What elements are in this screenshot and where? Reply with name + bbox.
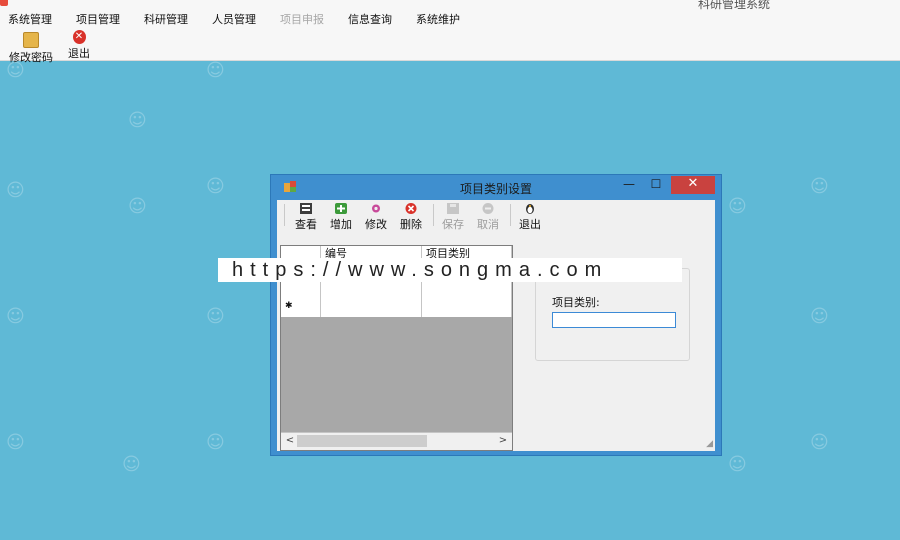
desktop-pattern-icon: ☺ (728, 196, 747, 217)
desktop-pattern-icon: ☺ (6, 306, 25, 327)
view-button[interactable]: 查看 (289, 203, 323, 232)
delete-button[interactable]: 删除 (394, 203, 428, 232)
menu-project-application[interactable]: 项目申报 (280, 11, 324, 27)
desktop-pattern-icon: ☺ (6, 180, 25, 201)
desktop-pattern-icon: ☺ (810, 176, 829, 197)
exit-dialog-button[interactable]: 退出 (513, 203, 547, 232)
add-label: 增加 (330, 218, 352, 231)
delete-icon (405, 203, 417, 214)
save-label: 保存 (442, 218, 464, 231)
desktop-pattern-icon: ☺ (810, 432, 829, 453)
desktop-pattern-icon: ☺ (122, 454, 141, 475)
new-cell-category[interactable] (422, 298, 512, 317)
menu-project-management[interactable]: 项目管理 (76, 11, 120, 27)
desktop-pattern-icon: ☺ (206, 176, 225, 197)
scroll-left-icon[interactable]: < (283, 434, 297, 448)
minimize-button[interactable]: — (616, 176, 642, 194)
cancel-label: 取消 (477, 218, 499, 231)
desktop-pattern-icon: ☺ (128, 196, 147, 217)
desktop-pattern-icon: ☺ (206, 306, 225, 327)
change-password-button[interactable]: 修改密码 (4, 30, 58, 65)
app-icon (0, 0, 8, 6)
exit-dialog-label: 退出 (519, 218, 541, 231)
new-cell-id[interactable] (321, 298, 422, 317)
close-button[interactable]: ✕ (671, 176, 715, 194)
menu-bar: 系统管理 项目管理 科研管理 人员管理 项目申报 信息查询 系统维护 科研管理系… (0, 0, 900, 29)
toolbar-separator (510, 204, 511, 226)
folder-icon (23, 32, 39, 48)
cancel-icon (482, 203, 494, 214)
save-button[interactable]: 保存 (436, 203, 470, 232)
exit-icon (526, 204, 534, 214)
dialog-toolbar: 查看 增加 修改 删除 保存 取消 退出 (277, 200, 715, 232)
add-button[interactable]: 增加 (324, 203, 358, 232)
dialog-titlebar[interactable]: 项目类别设置 — ☐ ✕ (271, 175, 721, 199)
watermark-url: https://www.songma.com (218, 258, 682, 282)
desktop-pattern-icon: ☺ (206, 60, 225, 81)
grid-horizontal-scrollbar[interactable]: < > (281, 432, 512, 450)
scrollbar-thumb[interactable] (297, 435, 427, 447)
edit-icon (372, 204, 380, 213)
menu-info-query[interactable]: 信息查询 (348, 11, 392, 27)
resize-grip-icon[interactable]: ◢ (706, 439, 713, 449)
toolbar-separator (433, 204, 434, 226)
toolbar-separator (284, 204, 285, 226)
add-icon (335, 203, 347, 214)
category-input[interactable] (552, 312, 676, 328)
delete-label: 删除 (400, 218, 422, 231)
exit-app-label: 退出 (68, 47, 90, 60)
view-icon (300, 203, 312, 214)
desktop-pattern-icon: ☺ (6, 432, 25, 453)
exit-icon: ✕ (72, 30, 86, 44)
save-icon (447, 203, 459, 214)
desktop-pattern-icon: ☺ (810, 306, 829, 327)
menu-personnel-management[interactable]: 人员管理 (212, 11, 256, 27)
menu-system-maintenance[interactable]: 系统维护 (416, 11, 460, 27)
edit-label: 修改 (365, 218, 387, 231)
desktop-pattern-icon: ☺ (206, 432, 225, 453)
app-title: 科研管理系统 (697, 0, 770, 11)
edit-button[interactable]: 修改 (359, 203, 393, 232)
change-password-label: 修改密码 (9, 51, 53, 64)
category-label: 项目类别: (552, 296, 600, 309)
dialog-client-area: 查看 增加 修改 删除 保存 取消 退出 编号 项目类别 ✱ < > 项目类别:… (277, 200, 715, 451)
menu-research-management[interactable]: 科研管理 (144, 11, 188, 27)
desktop-pattern-icon: ☺ (728, 454, 747, 475)
view-label: 查看 (295, 218, 317, 231)
scroll-right-icon[interactable]: > (496, 434, 510, 448)
new-row[interactable]: ✱ (281, 298, 512, 318)
new-row-marker: ✱ (281, 298, 321, 317)
maximize-button[interactable]: ☐ (643, 176, 669, 194)
exit-app-button[interactable]: ✕ 退出 (52, 30, 106, 61)
grid-empty-area (281, 317, 512, 433)
cancel-button[interactable]: 取消 (471, 203, 505, 232)
main-toolbar: 修改密码 ✕ 退出 (0, 28, 900, 64)
desktop-pattern-icon: ☺ (128, 110, 147, 131)
category-settings-dialog: 项目类别设置 — ☐ ✕ 查看 增加 修改 删除 保存 取消 退出 编号 项目类… (270, 174, 722, 456)
menu-system-management[interactable]: 系统管理 (8, 11, 52, 27)
